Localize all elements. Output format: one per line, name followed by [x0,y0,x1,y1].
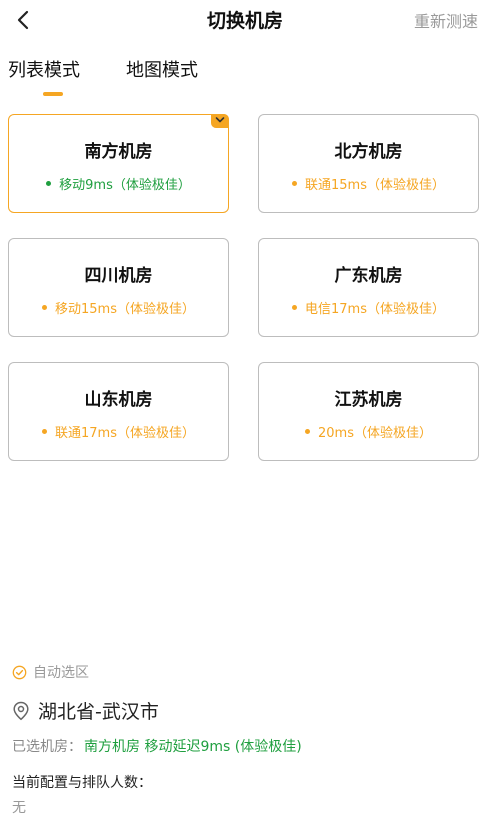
status-dot [292,305,297,310]
room-status: 移动15ms（体验极佳） [9,298,228,317]
selected-room-value: 南方机房 移动延迟9ms (体验极佳) [84,739,302,755]
room-name: 广东机房 [334,266,403,286]
room-name: 山东机房 [84,390,153,410]
room-status-text: 移动9ms（体验极佳） [59,178,191,193]
chevron-down-icon [215,117,225,123]
config-queue-label: 当前配置与排队人数： [12,775,152,791]
selected-room-label: 已选机房： [12,739,82,755]
room-status-text: 移动15ms（体验极佳） [55,302,195,317]
selected-room-row: 已选机房： 南方机房 移动延迟9ms (体验极佳) [12,736,302,756]
room-status-text: 20ms（体验极佳） [318,426,432,441]
location-text: 湖北省-武汉市 [38,701,159,723]
back-button[interactable] [8,2,44,38]
room-name: 四川机房 [84,266,153,286]
room-card-north[interactable]: 北方机房 联通15ms（体验极佳） [258,114,479,213]
chevron-left-icon [17,10,29,30]
room-card-shandong[interactable]: 山东机房 联通17ms（体验极佳） [8,362,229,461]
room-status-text: 电信17ms（体验极佳） [305,302,445,317]
room-card-jiangsu[interactable]: 江苏机房 20ms（体验极佳） [258,362,479,461]
room-name: 南方机房 [84,142,153,162]
room-card-guangdong[interactable]: 广东机房 电信17ms（体验极佳） [258,238,479,337]
status-dot [305,429,310,434]
status-dot [42,305,47,310]
auto-select-toggle[interactable]: 自动选区 [12,662,89,686]
mode-tabs: 列表模式 地图模式 [0,56,490,96]
room-card-south[interactable]: 南方机房 移动9ms（体验极佳） [8,114,229,213]
status-dot [292,181,297,186]
room-status: 电信17ms（体验极佳） [259,298,478,317]
config-queue-value: 无 [12,800,26,816]
room-status-text: 联通15ms（体验极佳） [305,178,445,193]
location-pin-icon [13,701,29,720]
tab-list-mode[interactable]: 列表模式 [8,56,80,82]
selected-badge [211,114,229,128]
header-bar: 切换机房 重新测速 [0,0,490,40]
room-status: 移动9ms（体验极佳） [9,174,228,193]
room-status: 20ms（体验极佳） [259,422,478,441]
retest-button[interactable]: 重新测速 [414,8,478,32]
status-dot [42,429,47,434]
active-tab-indicator [43,92,63,96]
room-status: 联通17ms（体验极佳） [9,422,228,441]
location-row: 湖北省-武汉市 [12,697,159,723]
room-name: 江苏机房 [334,390,403,410]
room-card-sichuan[interactable]: 四川机房 移动15ms（体验极佳） [8,238,229,337]
room-status-text: 联通17ms（体验极佳） [55,426,195,441]
check-circle-icon [12,665,27,679]
tab-map-mode[interactable]: 地图模式 [126,56,198,82]
status-dot [46,181,52,186]
auto-select-label: 自动选区 [33,665,89,681]
room-status: 联通15ms（体验极佳） [259,174,478,193]
room-name: 北方机房 [334,142,403,162]
